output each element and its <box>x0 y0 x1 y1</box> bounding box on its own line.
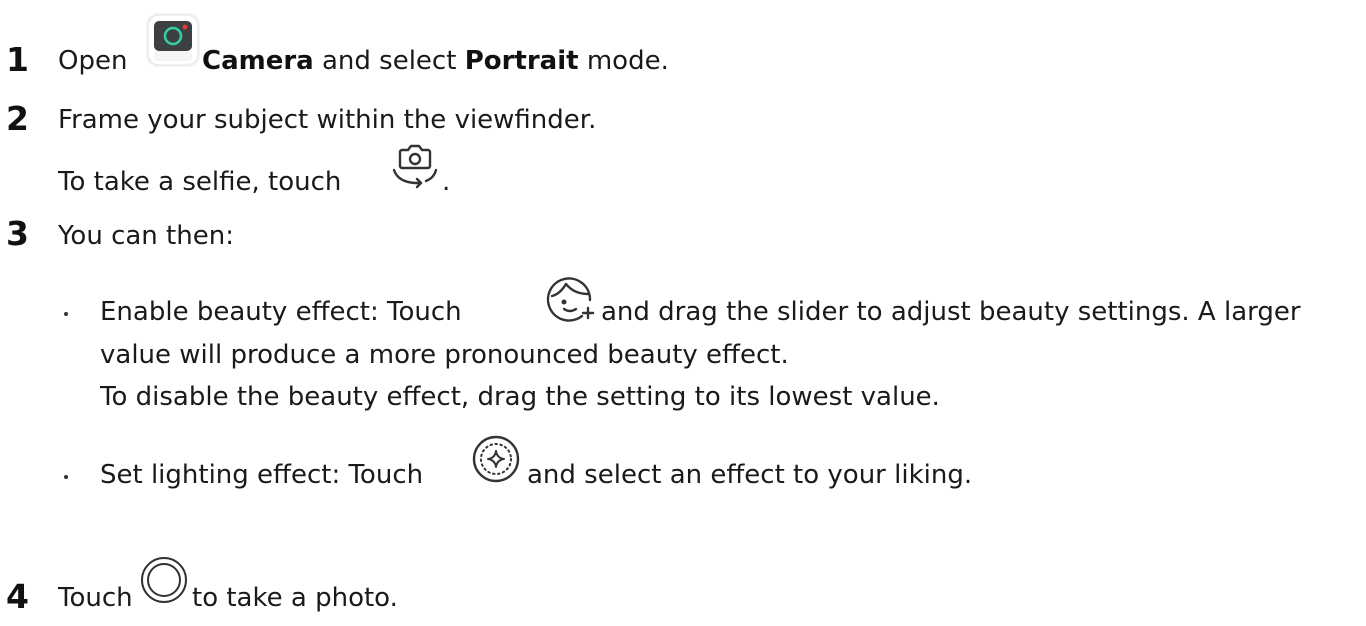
beauty-bullet-line-2: value will produce a more pronounced bea… <box>100 340 789 370</box>
selfie-instruction: To take a selfie, touch <box>58 167 342 197</box>
beauty-bullet-line-1a: Enable beauty effect: Touch <box>100 297 462 327</box>
step-4-prefix: Touch <box>58 583 133 613</box>
lighting-bullet-line-b: and select an effect to your liking. <box>527 460 973 490</box>
step-2-line-2: To take a selfie, touch <box>58 164 341 200</box>
step-number-2: 2 <box>6 99 29 138</box>
step-1-open: Open <box>58 46 128 76</box>
step-number-3: 3 <box>6 214 29 253</box>
beauty-bullet-line-1b: and drag the slider to adjust beauty set… <box>601 297 1301 327</box>
beauty-bullet-line-3: To disable the beauty effect, drag the s… <box>100 382 940 412</box>
portrait-mode-name: Portrait <box>464 46 579 76</box>
step-2-line-1: Frame your subject within the viewfinder… <box>58 105 597 135</box>
step-number-4: 4 <box>6 577 29 616</box>
step-1-and-select: and select <box>321 46 457 76</box>
camera-app-name: Camera <box>202 46 314 76</box>
step-2-period: . <box>442 167 451 197</box>
step-1-mode: mode. <box>586 46 669 76</box>
camera-app-icon[interactable] <box>146 13 200 67</box>
step-1-text: Open <box>58 43 127 79</box>
lighting-effect-icon[interactable] <box>470 433 522 485</box>
step-3-intro: You can then: <box>58 221 234 251</box>
step-number-1: 1 <box>6 40 29 79</box>
bullet-dot <box>64 475 68 479</box>
beauty-face-icon[interactable] <box>544 272 596 324</box>
step-4-suffix: to take a photo. <box>192 583 398 613</box>
switch-camera-icon[interactable] <box>388 144 442 190</box>
bullet-dot <box>64 312 68 316</box>
shutter-icon[interactable] <box>140 556 188 604</box>
step-1-text-rest: Camera and select Portrait mode. <box>202 43 669 79</box>
lighting-bullet-line-a: Set lighting effect: Touch <box>100 460 424 490</box>
